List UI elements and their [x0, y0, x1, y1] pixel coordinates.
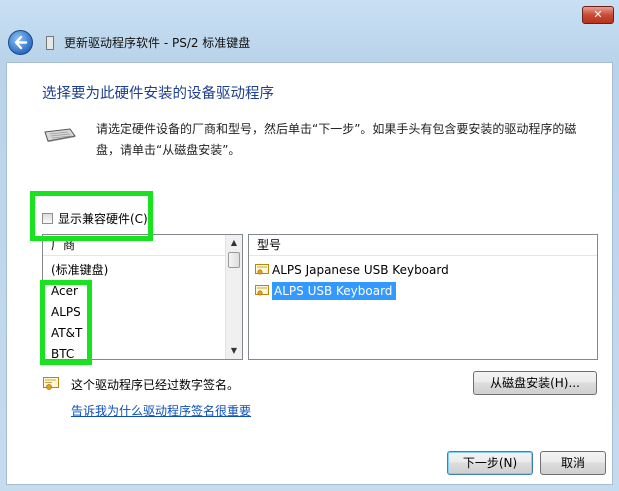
- manufacturer-item[interactable]: (标准键盘): [43, 260, 242, 281]
- page-heading: 选择要为此硬件安装的设备驱动程序: [42, 86, 274, 102]
- certificate-icon: [255, 264, 269, 275]
- highlight-box-manufacturers: [40, 280, 92, 365]
- next-button[interactable]: 下一步(N): [447, 451, 533, 475]
- model-item-selected[interactable]: ALPS USB Keyboard: [255, 282, 397, 300]
- back-arrow-icon: [14, 35, 28, 50]
- device-icon: [46, 36, 54, 50]
- model-column-header[interactable]: 型号: [249, 235, 597, 256]
- keyboard-icon: [44, 128, 76, 142]
- window-title: 更新驱动程序软件 - PS/2 标准键盘: [64, 36, 251, 50]
- model-item[interactable]: ALPS Japanese USB Keyboard: [255, 261, 449, 279]
- scroll-down-icon[interactable]: ▼: [226, 343, 242, 359]
- instructions-text: 请选定硬件设备的厂商和型号，然后单击“下一步”。如果手头有包含要安装的驱动程序的…: [96, 122, 577, 157]
- scroll-thumb[interactable]: [228, 252, 240, 268]
- signature-certificate-icon: [43, 377, 59, 390]
- window-frame: ✕ 更新驱动程序软件 - PS/2 标准键盘 选择要为此硬件安装的设备驱动程序 …: [0, 0, 619, 491]
- model-item-label: ALPS USB Keyboard: [272, 282, 397, 300]
- certificate-icon: [255, 285, 269, 296]
- cancel-button[interactable]: 取消: [540, 451, 606, 475]
- model-list[interactable]: 型号 ALPS Japanese USB Keyboard ALPS USB K…: [248, 234, 598, 360]
- have-disk-button[interactable]: 从磁盘安装(H)...: [473, 371, 597, 395]
- manufacturer-scrollbar[interactable]: ▲ ▼: [225, 235, 242, 359]
- model-item-label: ALPS Japanese USB Keyboard: [272, 263, 449, 277]
- highlight-box-compat: [30, 191, 153, 241]
- signature-info-link[interactable]: 告诉我为什么驱动程序签名很重要: [71, 402, 251, 419]
- back-button[interactable]: [8, 30, 33, 55]
- signature-status-text: 这个驱动程序已经过数字签名。: [71, 378, 240, 392]
- scroll-up-icon[interactable]: ▲: [226, 235, 242, 251]
- close-button[interactable]: ✕: [582, 6, 614, 24]
